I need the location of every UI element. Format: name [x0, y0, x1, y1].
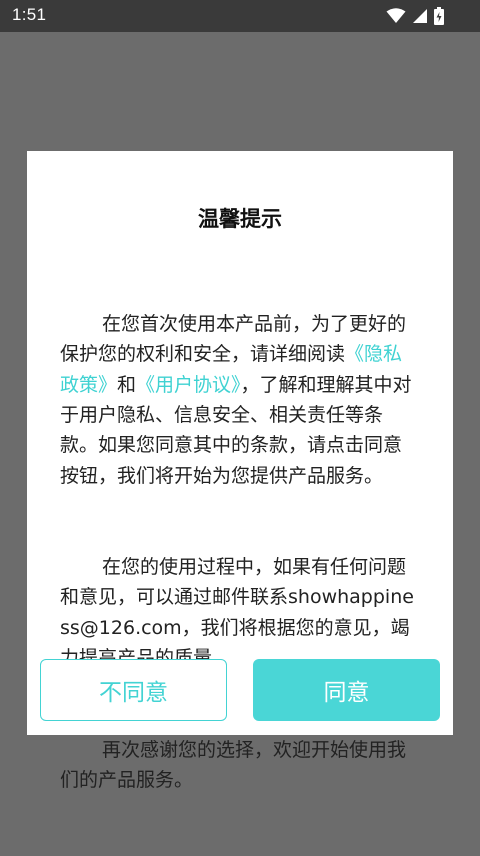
- status-time: 1:51: [12, 5, 47, 24]
- privacy-dialog: 温馨提示 在您首次使用本产品前，为了更好的保护您的权利和安全，请详细阅读《隐私政…: [27, 151, 453, 791]
- agree-button[interactable]: 同意: [253, 659, 440, 721]
- signal-icon: [412, 8, 428, 24]
- paragraph-1-text-b: 和: [117, 373, 137, 396]
- paragraph-2-text: 在您的使用过程中，如果有任何问题和意见，可以通过邮件联系showhappines…: [60, 556, 414, 669]
- battery-icon: [434, 7, 444, 25]
- wifi-icon: [386, 8, 406, 24]
- disagree-button[interactable]: 不同意: [40, 659, 227, 721]
- status-icons: [386, 7, 444, 25]
- dialog-body: 在您首次使用本产品前，为了更好的保护您的权利和安全，请详细阅读《隐私政策》和《用…: [60, 248, 420, 856]
- user-agreement-link[interactable]: 《用户协议》: [136, 374, 241, 396]
- dialog-paragraph-3: 再次感谢您的选择，欢迎开始使用我们的产品服务。: [60, 735, 420, 796]
- dialog-paragraph-1: 在您首次使用本产品前，为了更好的保护您的权利和安全，请详细阅读《隐私政策》和《用…: [60, 309, 420, 491]
- status-bar: 1:51: [0, 0, 480, 32]
- paragraph-3-text: 再次感谢您的选择，欢迎开始使用我们的产品服务。: [60, 738, 407, 791]
- dialog-title: 温馨提示: [198, 207, 282, 231]
- dialog-paragraph-2: 在您的使用过程中，如果有任何问题和意见，可以通过邮件联系showhappines…: [60, 552, 420, 674]
